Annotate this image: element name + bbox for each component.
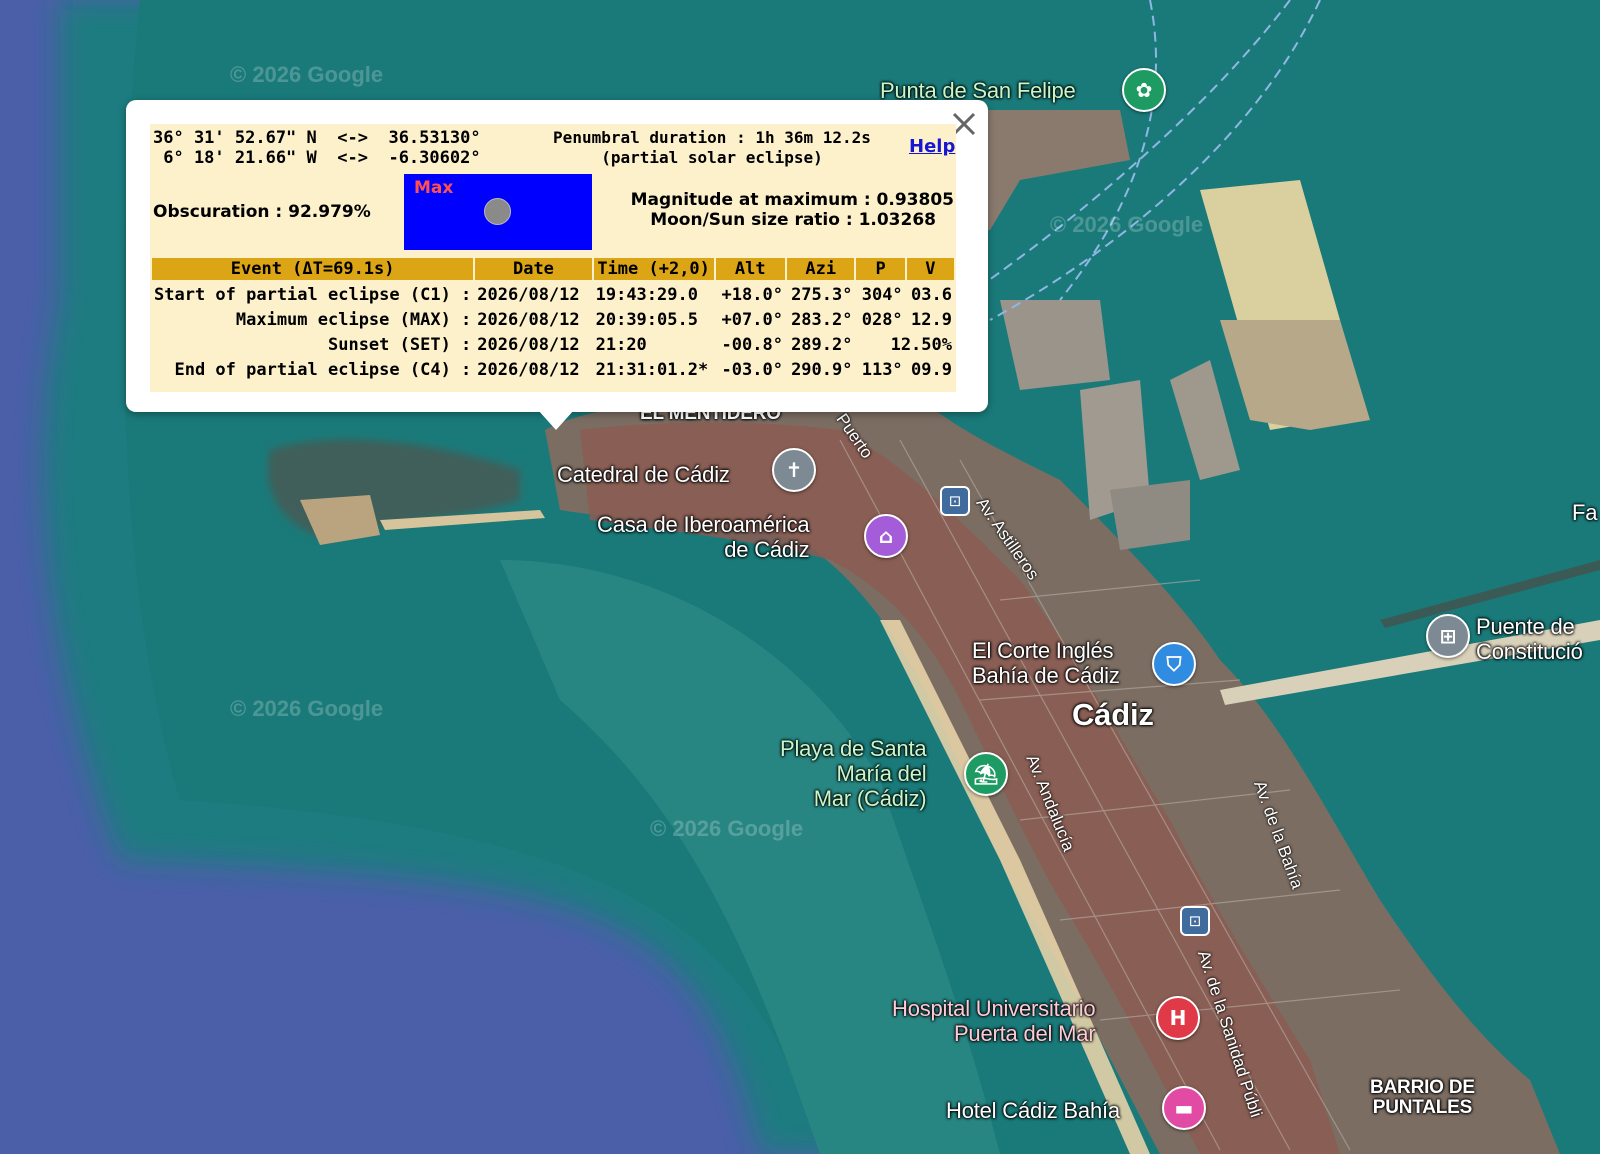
place-label-barrio-puntales: BARRIO DE PUNTALES (1370, 1077, 1475, 1118)
place-label-puente[interactable]: Puente de Constitució (1476, 614, 1583, 664)
event-p: 028° (861, 309, 903, 330)
eclipse-simulation: Max (404, 174, 592, 250)
event-name: Start of partial eclipse (C1) : (154, 284, 472, 305)
latitude-decimal: 36.53130° (388, 128, 481, 148)
place-label-hospital[interactable]: Hospital Universitario Puerta del Mar (892, 996, 1096, 1046)
event-time: 20:39:05.5 (595, 309, 698, 330)
column-header-date: Date (473, 256, 594, 282)
event-azi: 275.3° (791, 284, 853, 305)
place-label-hotel[interactable]: Hotel Cádiz Bahía (946, 1098, 1120, 1123)
popup-content: 36° 31' 52.67" N <-> 36.53130° 6° 18' 21… (149, 124, 957, 392)
event-azi: 290.9° (791, 359, 853, 380)
obscuration: Obscuration : 92.979% (153, 202, 371, 222)
event-time: 21:31:01.2* (595, 359, 709, 380)
map-watermark: © 2026 Google (1050, 212, 1204, 237)
event-name: Maximum eclipse (MAX) : (235, 309, 472, 330)
longitude-row: 6° 18' 21.66" W <-> -6.30602° (153, 148, 481, 168)
latitude-dms: 36° 31' 52.67" N (153, 128, 317, 148)
size-ratio: Moon/Sun size ratio : 1.03268 (650, 210, 936, 230)
column-header-azi: Azi (784, 256, 857, 282)
moon-disc (484, 198, 511, 225)
column-header-time: Time (+2,0) (591, 256, 716, 282)
place-label-playa[interactable]: Playa de Santa María del Mar (Cádiz) (780, 736, 927, 811)
event-name: Sunset (SET) : (327, 334, 472, 355)
event-date: 2026/08/12 (477, 334, 580, 355)
column-header-alt: Alt (713, 256, 787, 282)
map-watermark: © 2026 Google (230, 696, 384, 721)
hotel-icon[interactable]: ▬ (1162, 1086, 1206, 1130)
hospital-icon[interactable]: H (1156, 996, 1200, 1040)
place-label-partial: Fa (1572, 500, 1598, 525)
event-date: 2026/08/12 (477, 359, 580, 380)
event-alt: +18.0° (721, 284, 783, 305)
table-header-row: Event (ΔT=69.1s) Date Time (+2,0) Alt Az… (149, 256, 957, 282)
event-v: 12.9 (911, 309, 952, 330)
latitude-row: 36° 31' 52.67" N <-> 36.53130° (153, 128, 481, 148)
table-row: Start of partial eclipse (C1) : 2026/08/… (151, 281, 955, 307)
event-alt: +07.0° (721, 309, 783, 330)
train-station-icon[interactable]: ⊡ (1180, 906, 1210, 936)
event-alt: -00.8° (721, 334, 783, 355)
place-label-casa-iberoamerica[interactable]: Casa de Iberoamérica de Cádiz (597, 512, 810, 562)
table-row: End of partial eclipse (C4) : 2026/08/12… (151, 357, 955, 382)
longitude-decimal: -6.30602° (388, 148, 481, 168)
latitude-arrow: <-> (337, 128, 368, 148)
popup-pointer (538, 410, 574, 430)
longitude-dms: 6° 18' 21.66" W (153, 148, 317, 168)
penumbral-duration: Penumbral duration : 1h 36m 12.2s (553, 128, 871, 147)
shopping-icon[interactable]: ⛉ (1152, 642, 1196, 686)
event-p: 113° (861, 359, 903, 380)
place-label-catedral[interactable]: Catedral de Cádiz (557, 462, 730, 487)
museum-icon[interactable]: ⌂ (864, 514, 908, 558)
magnitude: Magnitude at maximum : 0.93805 (630, 190, 954, 210)
table-row: Sunset (SET) : 2026/08/12 21:20 -00.8° 2… (151, 332, 955, 357)
map-watermark: © 2026 Google (230, 62, 384, 87)
event-name: End of partial eclipse (C4) : (174, 359, 472, 380)
event-date: 2026/08/12 (477, 309, 580, 330)
train-station-icon[interactable]: ⊡ (940, 486, 970, 516)
event-p: 304° (861, 284, 903, 305)
column-header-p: P (854, 256, 907, 282)
place-label-el-corte-ingles[interactable]: El Corte Inglés Bahía de Cádiz (972, 638, 1120, 688)
column-header-event: Event (ΔT=69.1s) (149, 256, 476, 282)
column-header-v: V (904, 256, 957, 282)
park-icon[interactable]: ✿ (1122, 68, 1166, 112)
event-time: 19:43:29.0 (595, 284, 698, 305)
event-date: 2026/08/12 (477, 284, 580, 305)
eclipse-type: (partial solar eclipse) (601, 148, 823, 167)
event-alt: -03.0° (721, 359, 783, 380)
event-v: 09.9 (911, 359, 952, 380)
beach-icon[interactable]: ⛱ (964, 752, 1008, 796)
map-watermark: © 2026 Google (650, 816, 804, 841)
eclipse-events-table: Event (ΔT=69.1s) Date Time (+2,0) Alt Az… (149, 256, 957, 382)
event-time: 21:20 (595, 334, 647, 355)
event-v: 03.6 (911, 284, 952, 305)
help-link[interactable]: Help (909, 136, 955, 157)
longitude-arrow: <-> (337, 148, 368, 168)
event-v: 12.50% (890, 334, 952, 355)
event-azi: 289.2° (791, 334, 853, 355)
place-label-cadiz[interactable]: Cádiz (1072, 698, 1154, 732)
bridge-icon[interactable]: ⊞ (1426, 614, 1470, 658)
max-label: Max (414, 178, 454, 198)
church-icon[interactable]: ✝ (772, 448, 816, 492)
table-row: Maximum eclipse (MAX) : 2026/08/12 20:39… (151, 307, 955, 332)
event-azi: 283.2° (791, 309, 853, 330)
